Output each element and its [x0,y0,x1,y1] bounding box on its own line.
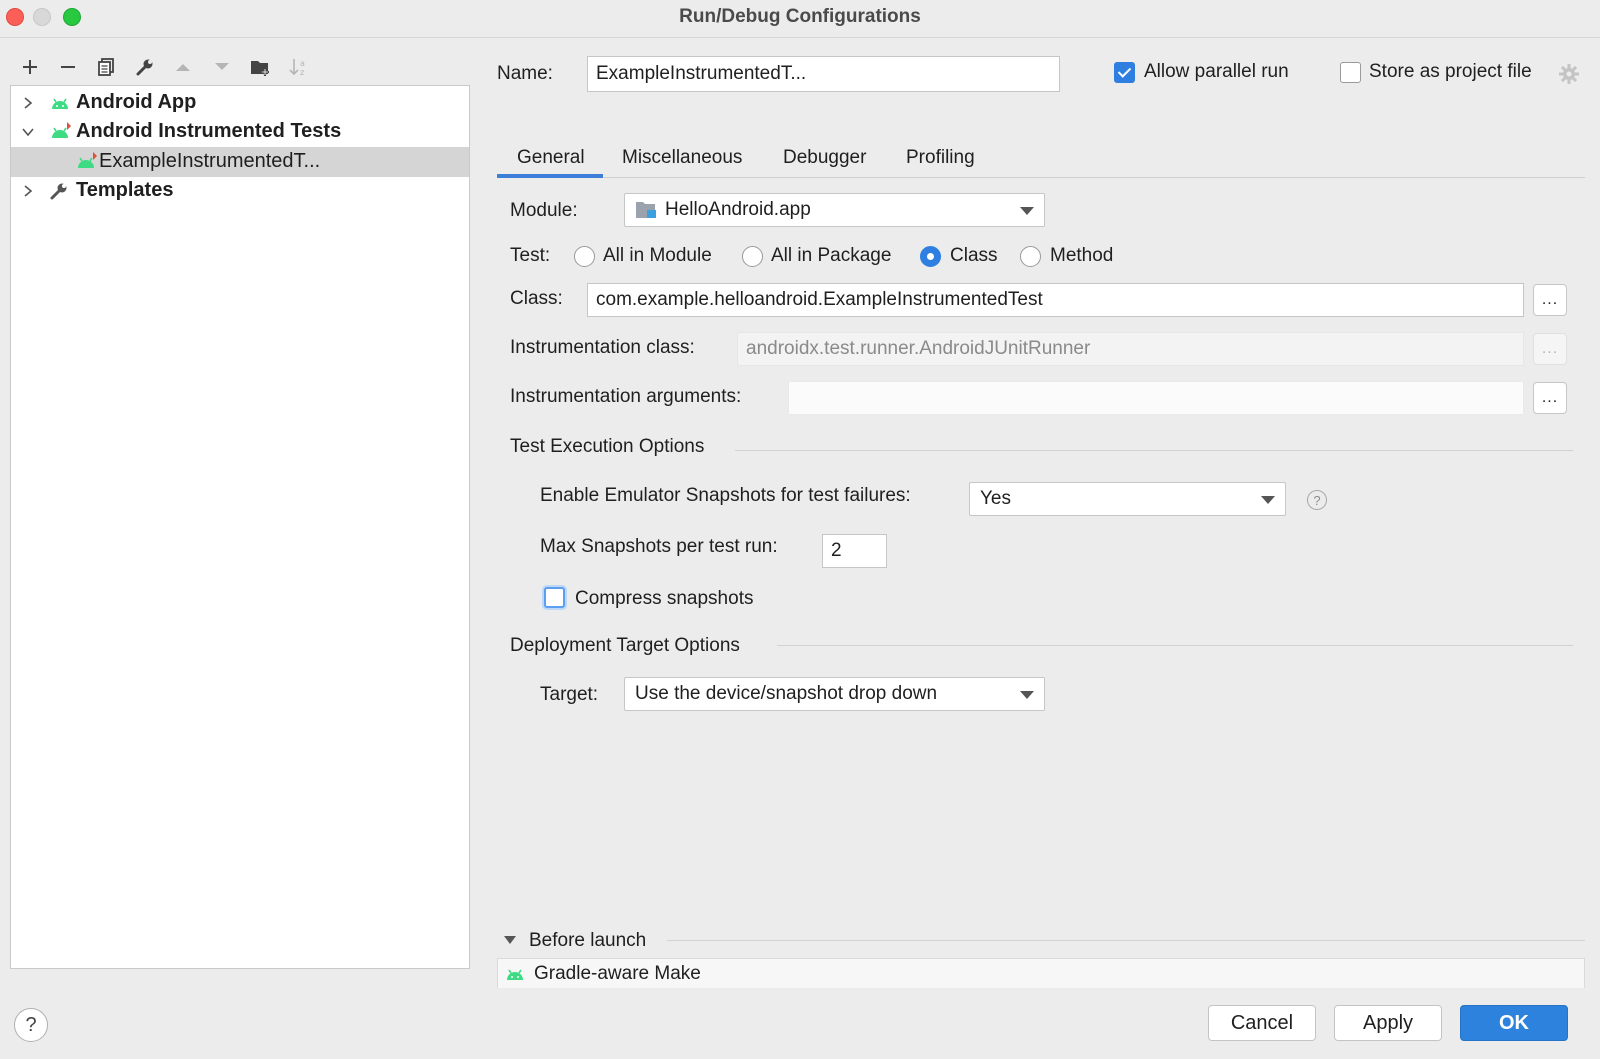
module-label: Module: [510,200,578,221]
chevron-right-icon[interactable] [21,96,35,110]
before-launch-item-label: Gradle-aware Make [534,963,701,984]
gear-icon[interactable] [1558,63,1580,85]
instrumentation-class-field[interactable]: androidx.test.runner.AndroidJUnitRunner [737,332,1524,366]
instrumentation-arguments-label: Instrumentation arguments: [510,386,742,407]
before-launch-list: Gradle-aware Make [497,958,1585,988]
store-as-project-file-label: Store as project file [1369,61,1532,82]
test-label: Test: [510,245,551,266]
cancel-button[interactable]: Cancel [1208,1005,1316,1041]
chevron-down-icon [1020,207,1034,215]
name-label: Name: [497,63,553,84]
android-test-icon [78,152,97,168]
compress-snapshots-checkbox[interactable] [544,587,565,608]
class-browse-button[interactable]: ... [1533,284,1567,316]
radio-label-method: Method [1050,245,1114,266]
sort-icon[interactable]: az [286,54,312,80]
radio-method[interactable] [1020,246,1041,267]
android-test-icon [52,122,71,138]
copy-icon[interactable] [93,54,119,80]
radio-all-in-package[interactable] [742,246,763,267]
tab-divider [497,177,1585,178]
tree-item-label: ExampleInstrumentedT... [99,150,321,172]
allow-parallel-run-label: Allow parallel run [1144,61,1289,82]
help-button[interactable]: ? [14,1008,48,1042]
move-up-icon[interactable] [170,54,196,80]
tab-debugger[interactable]: Debugger [783,140,866,176]
tree-item-android-app[interactable]: Android App [11,88,469,118]
list-item[interactable]: Gradle-aware Make [504,963,701,985]
tree-item-label: Templates [76,179,174,201]
store-as-project-file-checkbox[interactable] [1340,62,1361,83]
chevron-down-icon [1020,691,1034,699]
tab-miscellaneous[interactable]: Miscellaneous [622,140,742,176]
target-dropdown[interactable]: Use the device/snapshot drop down [624,677,1045,711]
class-label: Class: [510,288,563,309]
new-folder-icon[interactable] [248,54,274,80]
instrumentation-class-label: Instrumentation class: [510,337,695,358]
instrumentation-class-browse-button[interactable]: ... [1533,333,1567,365]
android-icon [507,969,523,980]
module-value: HelloAndroid.app [665,199,811,220]
before-launch-title: Before launch [529,930,647,951]
tab-general[interactable]: General [517,140,585,176]
window-title: Run/Debug Configurations [679,6,921,27]
module-folder-icon [636,202,656,218]
max-snapshots-label: Max Snapshots per test run: [540,536,778,557]
collapse-triangle-icon[interactable] [503,935,517,945]
deployment-target-options-title: Deployment Target Options [510,635,740,656]
instrumentation-arguments-field[interactable] [788,381,1524,415]
section-divider [735,450,1573,451]
enable-snapshots-dropdown[interactable]: Yes [969,482,1286,516]
radio-label-class: Class [950,245,998,266]
svg-text:z: z [300,68,304,77]
name-field[interactable]: ExampleInstrumentedT... [587,56,1060,92]
tab-profiling[interactable]: Profiling [906,140,975,176]
ok-button[interactable]: OK [1460,1005,1568,1041]
radio-class[interactable] [920,246,941,267]
svg-text:a: a [300,59,305,68]
active-tab-indicator [497,174,603,178]
allow-parallel-run-checkbox[interactable] [1114,62,1135,83]
remove-icon[interactable] [55,54,81,80]
android-icon [52,98,68,109]
section-divider [667,940,1585,941]
tree-item-label: Android Instrumented Tests [76,120,342,142]
add-icon[interactable] [17,54,43,80]
tree-item-android-instrumented-tests[interactable]: Android Instrumented Tests [11,117,469,147]
wrench-icon [50,183,67,200]
tree-item-templates[interactable]: Templates [11,176,469,206]
target-value: Use the device/snapshot drop down [635,683,938,704]
test-execution-options-title: Test Execution Options [510,436,705,457]
radio-label-all-in-package: All in Package [771,245,892,266]
target-label: Target: [540,684,599,705]
apply-button[interactable]: Apply [1334,1005,1442,1041]
enable-snapshots-label: Enable Emulator Snapshots for test failu… [540,485,911,506]
enable-snapshots-value: Yes [980,488,1011,509]
class-field[interactable]: com.example.helloandroid.ExampleInstrume… [587,283,1524,317]
tree-item-label: Android App [76,91,197,113]
compress-snapshots-label: Compress snapshots [575,588,754,609]
instrumentation-arguments-browse-button[interactable]: ... [1533,382,1567,414]
chevron-down-icon[interactable] [21,125,35,139]
help-icon[interactable]: ? [1307,490,1327,510]
radio-label-all-in-module: All in Module [603,245,712,266]
module-dropdown[interactable]: HelloAndroid.app [624,193,1045,227]
radio-all-in-module[interactable] [574,246,595,267]
chevron-right-icon[interactable] [21,184,35,198]
wrench-icon[interactable] [132,54,158,80]
configuration-tree: Android App Android Instrumented Tests E… [10,85,470,969]
section-divider [777,645,1573,646]
chevron-down-icon [1261,496,1275,504]
max-snapshots-field[interactable]: 2 [822,534,887,568]
move-down-icon[interactable] [209,54,235,80]
tree-item-example-instrumented-test[interactable]: ExampleInstrumentedT... [11,147,469,177]
